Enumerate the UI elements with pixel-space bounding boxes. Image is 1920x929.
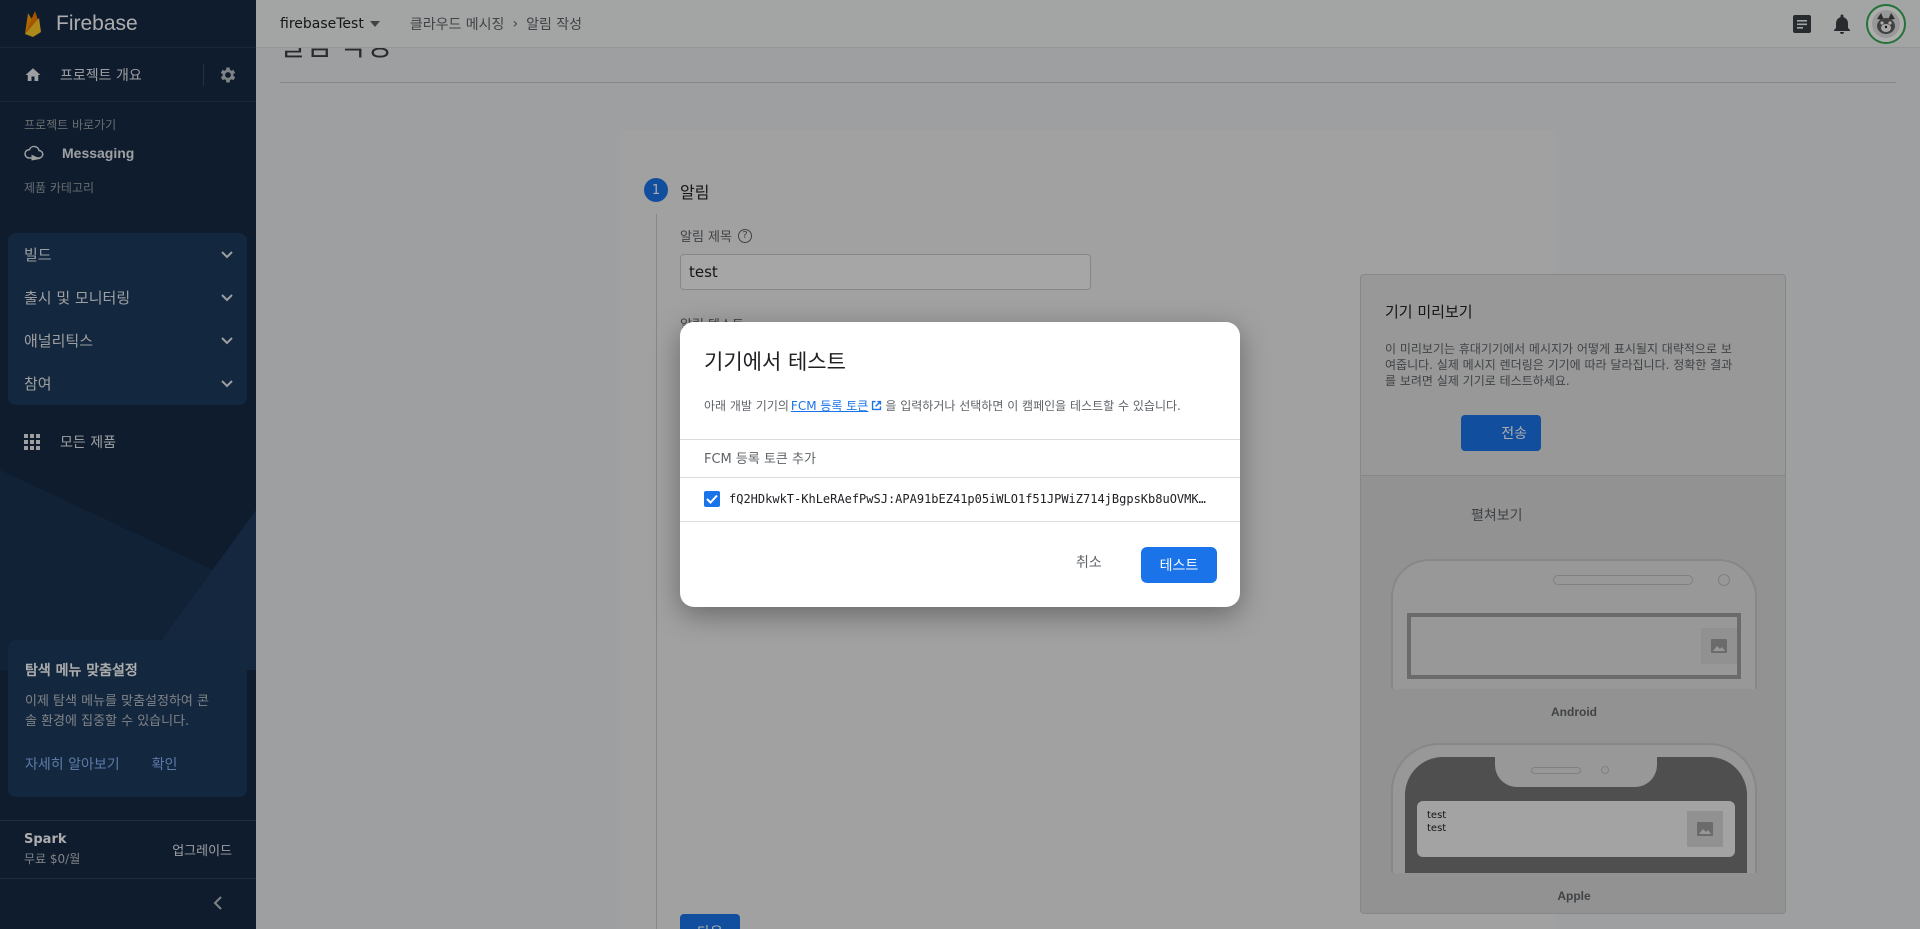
- dialog-description-text: 을 입력하거나 선택하면 이 캠페인을 테스트할 수 있습니다.: [885, 399, 1181, 413]
- test-on-device-dialog: 기기에서 테스트 아래 개발 기기의 FCM 등록 토큰 을 입력하거나 선택하…: [680, 322, 1240, 607]
- divider: [680, 477, 1240, 478]
- add-fcm-token-input[interactable]: FCM 등록 토큰 추가: [704, 448, 816, 467]
- fcm-token-value: fQ2HDkwkT-KhLeRAefPwSJ:APA91bEZ41p05iWLO…: [729, 492, 1209, 506]
- cancel-button[interactable]: 취소: [1076, 552, 1102, 572]
- link-text: FCM 등록 토큰: [790, 399, 869, 413]
- open-in-new-icon: [872, 400, 882, 411]
- fcm-token-help-link[interactable]: FCM 등록 토큰: [791, 397, 883, 414]
- token-checkbox[interactable]: [704, 491, 720, 507]
- divider: [680, 439, 1240, 440]
- checkmark-icon: [706, 494, 718, 504]
- divider: [680, 521, 1240, 522]
- dialog-description: 아래 개발 기기의 FCM 등록 토큰 을 입력하거나 선택하면 이 캠페인을 …: [704, 397, 1181, 414]
- dialog-title: 기기에서 테스트: [704, 350, 846, 374]
- dialog-description-text: 아래 개발 기기의: [704, 399, 789, 413]
- test-button[interactable]: 테스트: [1141, 547, 1217, 583]
- token-list-item[interactable]: fQ2HDkwkT-KhLeRAefPwSJ:APA91bEZ41p05iWLO…: [704, 488, 1224, 510]
